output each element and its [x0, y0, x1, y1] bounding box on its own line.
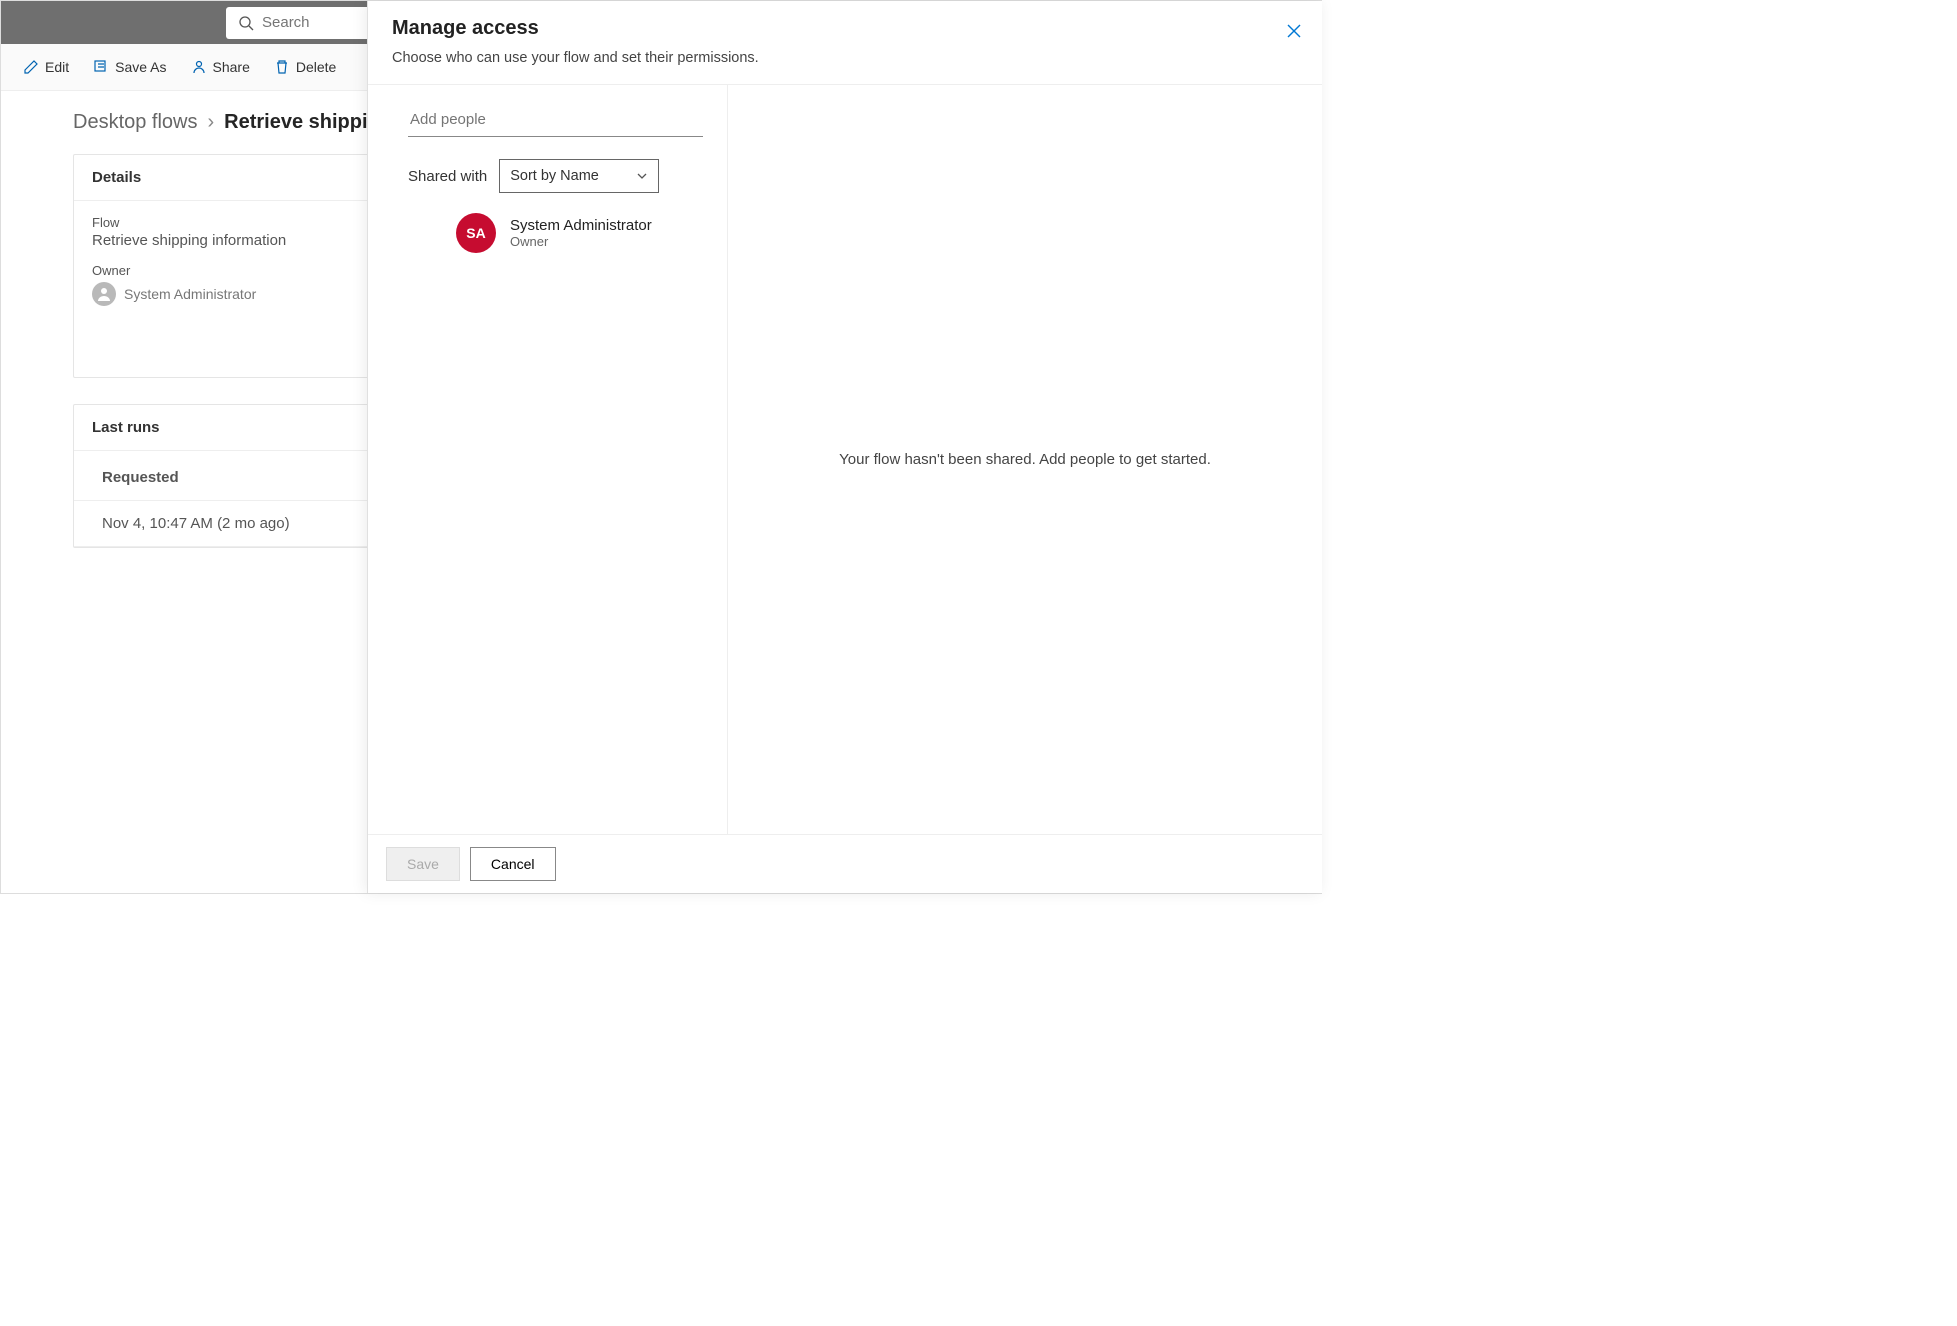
- cancel-button[interactable]: Cancel: [470, 847, 556, 881]
- save-as-label: Save As: [115, 59, 166, 75]
- pencil-icon: [23, 59, 39, 75]
- shared-with-label: Shared with: [408, 168, 487, 185]
- panel-left: Shared with Sort by Name SA System Admin…: [368, 85, 728, 834]
- save-as-button[interactable]: Save As: [83, 53, 176, 81]
- empty-state-text: Your flow hasn't been shared. Add people…: [839, 451, 1211, 468]
- delete-button[interactable]: Delete: [264, 53, 346, 81]
- panel-right: Your flow hasn't been shared. Add people…: [728, 85, 1322, 834]
- sort-value: Sort by Name: [510, 168, 599, 184]
- panel-title: Manage access: [392, 17, 1298, 40]
- close-button[interactable]: [1286, 23, 1302, 44]
- shared-person-row[interactable]: SA System Administrator Owner: [408, 213, 703, 253]
- panel-header: Manage access Choose who can use your fl…: [368, 1, 1322, 85]
- chevron-right-icon: ›: [208, 111, 215, 134]
- delete-label: Delete: [296, 59, 336, 75]
- person-name: System Administrator: [510, 217, 652, 234]
- edit-label: Edit: [45, 59, 69, 75]
- edit-button[interactable]: Edit: [13, 53, 79, 81]
- trash-icon: [274, 59, 290, 75]
- add-people-input[interactable]: [408, 103, 703, 137]
- person-icon: [92, 282, 116, 306]
- chevron-down-icon: [636, 170, 648, 182]
- panel-footer: Save Cancel: [368, 834, 1322, 893]
- share-label: Share: [213, 59, 250, 75]
- owner-name: System Administrator: [124, 286, 256, 302]
- search-icon: [238, 15, 254, 31]
- avatar: SA: [456, 213, 496, 253]
- person-role: Owner: [510, 234, 652, 249]
- close-icon: [1286, 23, 1302, 39]
- save-button: Save: [386, 847, 460, 881]
- share-icon: [191, 59, 207, 75]
- manage-access-panel: Manage access Choose who can use your fl…: [367, 1, 1322, 893]
- panel-subtitle: Choose who can use your flow and set the…: [392, 50, 1298, 66]
- sort-by-select[interactable]: Sort by Name: [499, 159, 659, 193]
- save-as-icon: [93, 59, 109, 75]
- share-button[interactable]: Share: [181, 53, 260, 81]
- breadcrumb-parent[interactable]: Desktop flows: [73, 111, 198, 134]
